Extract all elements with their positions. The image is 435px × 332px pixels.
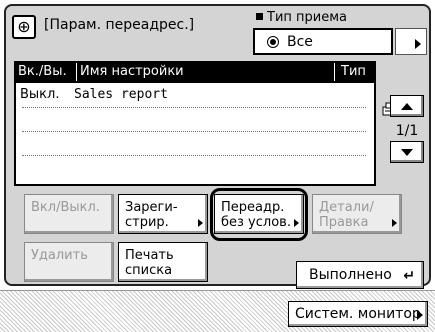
highlight-ring bbox=[210, 188, 308, 241]
triangle-right-icon bbox=[392, 219, 397, 227]
details-edit-button[interactable]: Детали/ Правка bbox=[312, 194, 402, 234]
row-state: Выкл. bbox=[20, 87, 60, 102]
list-item-empty bbox=[22, 155, 366, 179]
row-name: Sales report bbox=[74, 87, 168, 102]
triangle-right-icon bbox=[415, 39, 421, 49]
column-header-type: Тип bbox=[341, 64, 366, 79]
arrow-up-icon bbox=[401, 102, 413, 110]
forwarding-settings-panel: ⊕ [Парам. переадрес.] Тип приема Все Вк.… bbox=[4, 4, 431, 289]
column-header-state: Вк./Вы. bbox=[18, 64, 67, 79]
triangle-right-icon bbox=[198, 219, 203, 227]
receive-type-value: Все bbox=[287, 33, 313, 50]
receive-type-dropdown-button[interactable] bbox=[395, 28, 427, 55]
status-bar: Систем. монитор bbox=[0, 290, 435, 332]
forwarding-list: Выкл. Sales report bbox=[14, 83, 398, 186]
column-header-name: Имя настройки bbox=[80, 64, 184, 79]
list-item-empty bbox=[22, 107, 366, 132]
bullet-square-icon bbox=[256, 13, 263, 20]
list-item[interactable]: Выкл. Sales report bbox=[20, 83, 398, 116]
list-item-empty bbox=[22, 131, 366, 156]
register-button[interactable]: Зареги- стрир. bbox=[118, 194, 208, 234]
forwarding-globe-icon: ⊕ bbox=[12, 15, 36, 39]
on-off-button[interactable]: Вкл/Выкл. bbox=[24, 194, 114, 234]
receive-type-select[interactable]: Все bbox=[253, 28, 393, 55]
radio-selected-icon bbox=[267, 35, 279, 48]
arrow-down-icon bbox=[401, 148, 413, 156]
system-monitor-button[interactable]: Систем. монитор bbox=[288, 301, 428, 327]
print-list-button[interactable]: Печать списка bbox=[118, 242, 208, 282]
enter-icon: ↵ bbox=[403, 268, 415, 284]
delete-button[interactable]: Удалить bbox=[24, 242, 114, 282]
triangle-right-icon bbox=[417, 310, 423, 320]
list-header: Вк./Вы. Имя настройки Тип bbox=[14, 61, 376, 83]
receive-type-label: Тип приема bbox=[256, 10, 347, 25]
page-indicator: 1/1 bbox=[395, 123, 419, 139]
scroll-up-button[interactable] bbox=[390, 95, 424, 117]
done-button[interactable]: Выполнено ↵ bbox=[296, 261, 424, 289]
screen-title: [Парам. переадрес.] bbox=[44, 17, 195, 33]
scroll-down-button[interactable] bbox=[390, 141, 424, 163]
